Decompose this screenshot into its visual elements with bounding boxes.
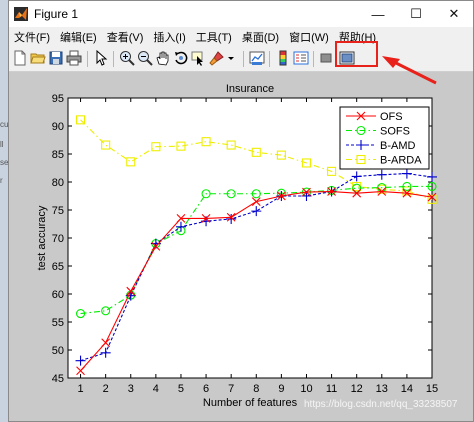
x-tick-label: 14 [401,383,413,395]
toolbar-separator [113,51,114,67]
x-tick-label: 15 [426,383,438,395]
y-tick-label: 75 [52,205,64,217]
menu-edit[interactable]: 编辑(E) [55,29,102,45]
x-tick-label: 12 [351,383,363,395]
data-cursor-icon[interactable] [191,50,207,66]
y-tick-label: 55 [52,317,64,329]
menu-insert[interactable]: 插入(I) [148,29,190,45]
print-icon[interactable] [66,50,82,66]
x-tick-label: 2 [103,383,109,395]
x-tick-label: 8 [253,383,259,395]
pan-hand-icon[interactable] [155,50,171,66]
matlab-logo-icon [14,7,28,21]
y-axis-label: test accuracy [36,205,48,270]
x-tick-label: 3 [128,383,134,395]
x-tick-label: 9 [278,383,284,395]
close-button[interactable]: ✕ [435,1,473,27]
annotation-highlight-box [335,41,378,67]
chart-title: Insurance [226,83,274,95]
menu-tools[interactable]: 工具(T) [191,29,237,45]
menu-desktop[interactable]: 桌面(D) [237,29,284,45]
colorbar-icon[interactable] [275,50,291,66]
menu-file[interactable]: 文件(F) [9,29,55,45]
chart-legend: OFS SOFS B-AMD B-ARDA [339,106,430,170]
x-tick-label: 13 [376,383,388,395]
background-text-fragment: r [0,176,3,185]
watermark-text: https://blog.csdn.net/qq_33238507 [304,399,458,410]
menu-window[interactable]: 窗口(W) [284,29,334,45]
x-axis-label: Number of features [203,397,298,409]
y-tick-label: 80 [52,177,64,189]
x-tick-label: 1 [77,383,83,395]
figure-window: Figure 1 — ☐ ✕ 文件(F) 编辑(E) 查看(V) 插入(I) 工… [8,0,474,422]
background-text-fragment: se [0,158,8,167]
zoom-in-icon[interactable] [119,50,135,66]
toolbar-separator [243,51,244,67]
figure-canvas: 1 2 3 4 5 6 7 8 9 10 11 12 13 14 15 45 50 55 60 65 70 75 80 85 9… [9,72,473,421]
y-tick-label: 90 [52,121,64,133]
link-plot-icon[interactable] [249,50,265,66]
y-tick-label: 50 [52,345,64,357]
open-file-icon[interactable] [30,50,46,66]
y-tick-label: 65 [52,261,64,273]
background-text-fragment: ll [0,140,4,149]
x-tick-label: 11 [326,383,337,395]
y-tick-label: 95 [52,93,64,105]
legend-entry: B-ARDA [380,155,422,167]
legend-icon[interactable] [293,50,309,66]
legend-entry: OFS [380,111,403,123]
menu-bar: 文件(F) 编辑(E) 查看(V) 插入(I) 工具(T) 桌面(D) 窗口(W… [9,27,473,47]
x-tick-label: 4 [153,383,159,395]
toolbar-separator [313,51,314,67]
x-tick-label: 10 [300,383,312,395]
legend-entry: SOFS [380,126,410,138]
toolbar-separator [87,51,88,67]
y-tick-label: 60 [52,289,64,301]
brush-dropdown-icon[interactable] [223,50,239,66]
x-tick-label: 7 [228,383,234,395]
insurance-chart: 1 2 3 4 5 6 7 8 9 10 11 12 13 14 154550556065707580859… [36,83,438,409]
x-tick-label: 6 [203,383,209,395]
new-figure-icon[interactable] [12,50,28,66]
y-tick-label: 45 [52,373,64,385]
x-tick-label: 5 [178,383,184,395]
hide-plot-tools-icon[interactable] [319,50,335,66]
menu-view[interactable]: 查看(V) [102,29,149,45]
maximize-button[interactable]: ☐ [397,1,435,27]
figure-toolbar [9,47,473,72]
y-tick-label: 85 [52,149,64,161]
window-title: Figure 1 [34,7,79,21]
toolbar-separator [269,51,270,67]
save-icon[interactable] [48,50,64,66]
title-bar[interactable]: Figure 1 — ☐ ✕ [9,1,473,27]
background-text-fragment: cu [0,120,8,129]
legend-entry: B-AMD [380,140,416,152]
y-tick-label: 70 [52,233,64,245]
rotate-3d-icon[interactable] [173,50,189,66]
zoom-out-icon[interactable] [137,50,153,66]
edit-plot-arrow-icon[interactable] [93,50,109,66]
minimize-button[interactable]: — [359,1,397,27]
